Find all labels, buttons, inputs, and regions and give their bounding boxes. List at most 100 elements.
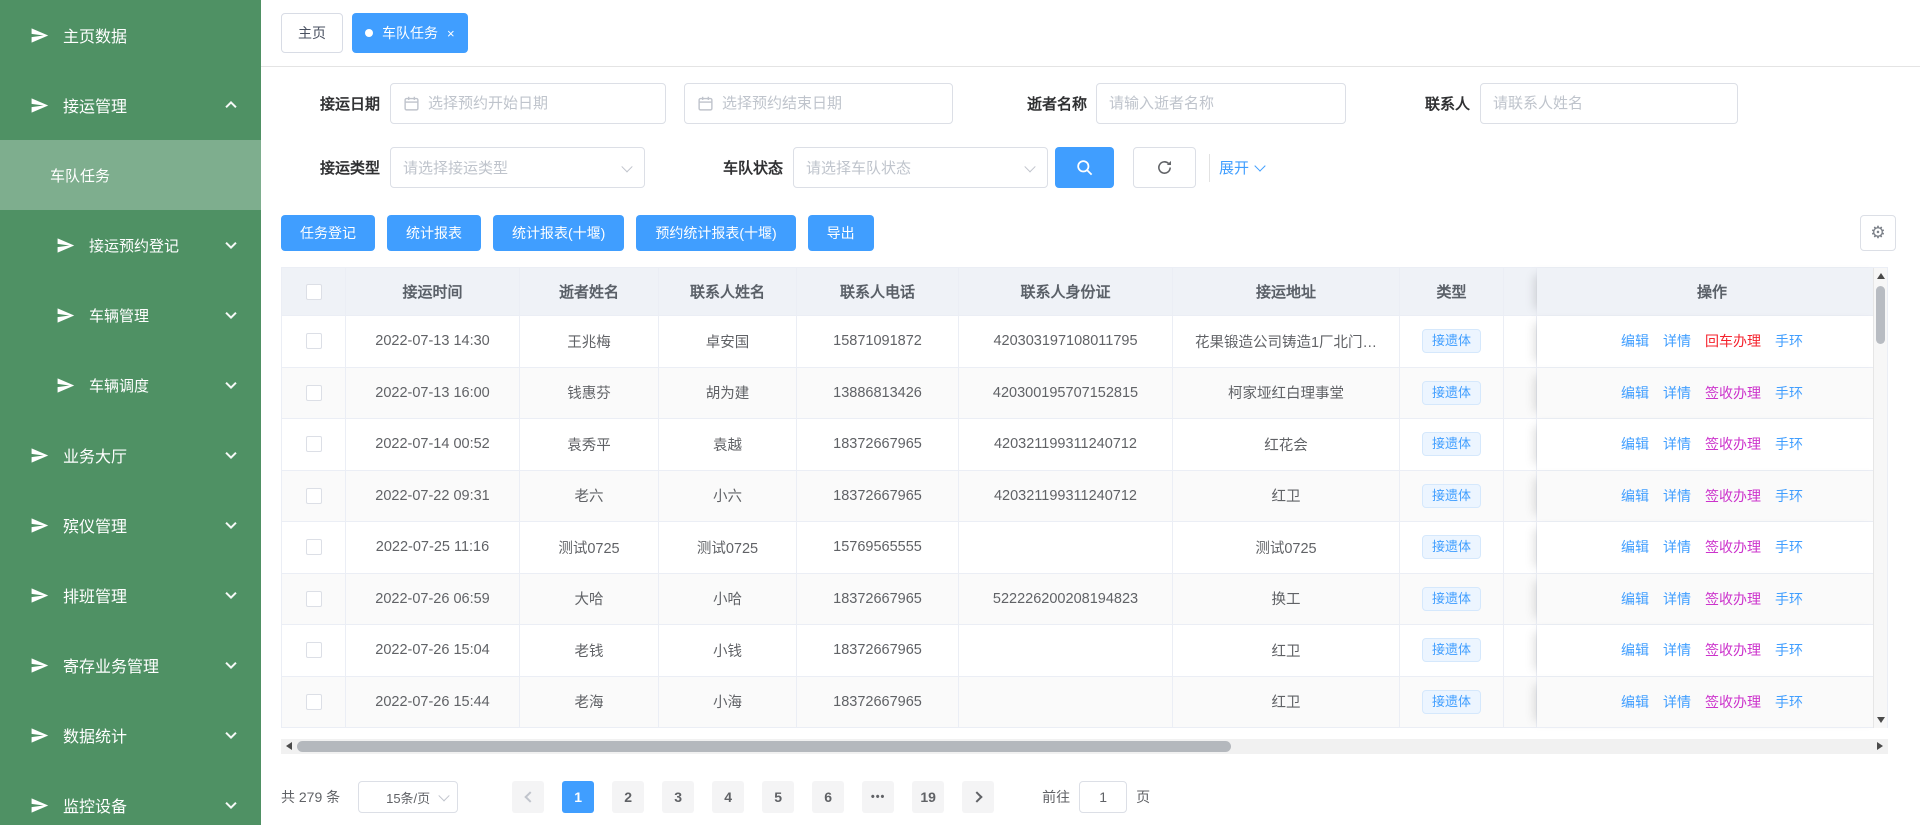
sidebar-item-vehicle-mgmt[interactable]: 车辆管理 bbox=[0, 280, 261, 350]
sign-process-link[interactable]: 签收办理 bbox=[1705, 486, 1761, 506]
edit-link[interactable]: 编辑 bbox=[1621, 486, 1649, 506]
cell-contact-phone: 18372667965 bbox=[797, 625, 959, 677]
vertical-scrollbar[interactable] bbox=[1873, 268, 1887, 728]
sign-process-link[interactable]: 签收办理 bbox=[1705, 434, 1761, 454]
page-size-select[interactable]: 15条/页 bbox=[358, 781, 458, 813]
chevron-right-icon bbox=[971, 791, 982, 802]
sidebar-item-fleet-tasks[interactable]: 车队任务 bbox=[0, 140, 261, 210]
detail-link[interactable]: 详情 bbox=[1663, 537, 1691, 557]
prev-page-button[interactable] bbox=[512, 781, 544, 813]
row-checkbox[interactable] bbox=[306, 488, 322, 504]
scroll-right-arrow-icon[interactable] bbox=[1877, 742, 1883, 750]
reservation-stats-report-shiyan-button[interactable]: 预约统计报表(十堰) bbox=[636, 215, 795, 251]
edit-link[interactable]: 编辑 bbox=[1621, 589, 1649, 609]
sidebar-item-monitoring-devices[interactable]: 监控设备 bbox=[0, 770, 261, 825]
sidebar-item-data-statistics[interactable]: 数据统计 bbox=[0, 700, 261, 770]
stats-report-shiyan-button[interactable]: 统计报表(十堰) bbox=[493, 215, 624, 251]
col-contact-name: 联系人姓名 bbox=[659, 268, 797, 316]
edit-link[interactable]: 编辑 bbox=[1621, 434, 1649, 454]
refresh-button[interactable] bbox=[1133, 147, 1196, 188]
horizontal-scrollbar-thumb[interactable] bbox=[297, 741, 1231, 752]
detail-link[interactable]: 详情 bbox=[1663, 640, 1691, 660]
edit-link[interactable]: 编辑 bbox=[1621, 537, 1649, 557]
row-checkbox[interactable] bbox=[306, 436, 322, 452]
scroll-down-arrow-icon[interactable] bbox=[1877, 717, 1885, 723]
date-start-input[interactable] bbox=[390, 83, 666, 124]
sidebar-item-business-hall[interactable]: 业务大厅 bbox=[0, 420, 261, 490]
fleet-status-select[interactable]: 请选择车队状态 bbox=[793, 147, 1048, 188]
goto-page-input[interactable] bbox=[1079, 781, 1127, 813]
detail-link[interactable]: 详情 bbox=[1663, 331, 1691, 351]
detail-link[interactable]: 详情 bbox=[1663, 434, 1691, 454]
sidebar-item-shift-mgmt[interactable]: 排班管理 bbox=[0, 560, 261, 630]
sidebar-item-transport-mgmt[interactable]: 接运管理 bbox=[0, 70, 261, 140]
tab-fleet-tasks[interactable]: 车队任务 × bbox=[352, 13, 468, 53]
wristband-link[interactable]: 手环 bbox=[1775, 537, 1803, 557]
wristband-link[interactable]: 手环 bbox=[1775, 486, 1803, 506]
contact-input[interactable] bbox=[1480, 83, 1738, 124]
edit-link[interactable]: 编辑 bbox=[1621, 383, 1649, 403]
edit-link[interactable]: 编辑 bbox=[1621, 692, 1649, 712]
page-button-1[interactable]: 1 bbox=[562, 781, 594, 813]
more-pages-button[interactable]: ••• bbox=[862, 781, 894, 813]
wristband-link[interactable]: 手环 bbox=[1775, 383, 1803, 403]
tab-home[interactable]: 主页 bbox=[281, 13, 343, 53]
detail-link[interactable]: 详情 bbox=[1663, 692, 1691, 712]
wristband-link[interactable]: 手环 bbox=[1775, 589, 1803, 609]
next-page-button[interactable] bbox=[962, 781, 994, 813]
page-button-4[interactable]: 4 bbox=[712, 781, 744, 813]
vertical-scrollbar-thumb[interactable] bbox=[1876, 286, 1885, 344]
chevron-down-icon bbox=[225, 448, 236, 459]
page-button-19[interactable]: 19 bbox=[912, 781, 944, 813]
wristband-link[interactable]: 手环 bbox=[1775, 331, 1803, 351]
deceased-name-input[interactable] bbox=[1096, 83, 1346, 124]
row-checkbox[interactable] bbox=[306, 694, 322, 710]
sidebar-item-label: 接运预约登记 bbox=[89, 235, 179, 256]
sidebar-item-storage-mgmt[interactable]: 寄存业务管理 bbox=[0, 630, 261, 700]
scroll-left-arrow-icon[interactable] bbox=[286, 742, 292, 750]
horizontal-scrollbar[interactable] bbox=[281, 739, 1888, 754]
pickup-type-select[interactable]: 请选择接运类型 bbox=[390, 147, 645, 188]
wristband-link[interactable]: 手环 bbox=[1775, 434, 1803, 454]
edit-link[interactable]: 编辑 bbox=[1621, 331, 1649, 351]
expand-toggle[interactable]: 展开 bbox=[1219, 157, 1264, 178]
close-icon[interactable]: × bbox=[447, 27, 455, 40]
row-checkbox[interactable] bbox=[306, 333, 322, 349]
sidebar-item-reservation-register[interactable]: 接运预约登记 bbox=[0, 210, 261, 280]
sign-process-link[interactable]: 签收办理 bbox=[1705, 640, 1761, 660]
scroll-up-arrow-icon[interactable] bbox=[1877, 273, 1885, 279]
date-end-input[interactable] bbox=[684, 83, 953, 124]
page-button-2[interactable]: 2 bbox=[612, 781, 644, 813]
sign-process-link[interactable]: 签收办理 bbox=[1705, 589, 1761, 609]
row-checkbox[interactable] bbox=[306, 539, 322, 555]
row-checkbox[interactable] bbox=[306, 591, 322, 607]
sign-process-link[interactable]: 签收办理 bbox=[1705, 383, 1761, 403]
task-register-button[interactable]: 任务登记 bbox=[281, 215, 375, 251]
select-all-checkbox[interactable] bbox=[306, 284, 322, 300]
edit-link[interactable]: 编辑 bbox=[1621, 640, 1649, 660]
sidebar-item-home-data[interactable]: 主页数据 bbox=[0, 0, 261, 70]
return-process-link[interactable]: 回车办理 bbox=[1705, 331, 1761, 351]
sidebar-item-funeral-mgmt[interactable]: 殡仪管理 bbox=[0, 490, 261, 560]
filter-row-2: 接运类型 请选择接运类型 车队状态 请选择车队状态 展开 bbox=[261, 147, 1920, 188]
pickup-date-label: 接运日期 bbox=[261, 93, 380, 114]
wristband-link[interactable]: 手环 bbox=[1775, 692, 1803, 712]
sidebar-item-label: 业务大厅 bbox=[63, 443, 127, 467]
export-button[interactable]: 导出 bbox=[808, 215, 874, 251]
sign-process-link[interactable]: 签收办理 bbox=[1705, 537, 1761, 557]
page-button-3[interactable]: 3 bbox=[662, 781, 694, 813]
detail-link[interactable]: 详情 bbox=[1663, 486, 1691, 506]
stats-report-button[interactable]: 统计报表 bbox=[387, 215, 481, 251]
row-checkbox[interactable] bbox=[306, 385, 322, 401]
sidebar-item-vehicle-dispatch[interactable]: 车辆调度 bbox=[0, 350, 261, 420]
detail-link[interactable]: 详情 bbox=[1663, 589, 1691, 609]
sign-process-link[interactable]: 签收办理 bbox=[1705, 692, 1761, 712]
wristband-link[interactable]: 手环 bbox=[1775, 640, 1803, 660]
search-button[interactable] bbox=[1055, 147, 1114, 188]
cell-pickup-address: 红卫 bbox=[1173, 625, 1400, 677]
settings-button[interactable]: ⚙ bbox=[1860, 215, 1896, 251]
row-checkbox[interactable] bbox=[306, 642, 322, 658]
page-button-5[interactable]: 5 bbox=[762, 781, 794, 813]
detail-link[interactable]: 详情 bbox=[1663, 383, 1691, 403]
page-button-6[interactable]: 6 bbox=[812, 781, 844, 813]
